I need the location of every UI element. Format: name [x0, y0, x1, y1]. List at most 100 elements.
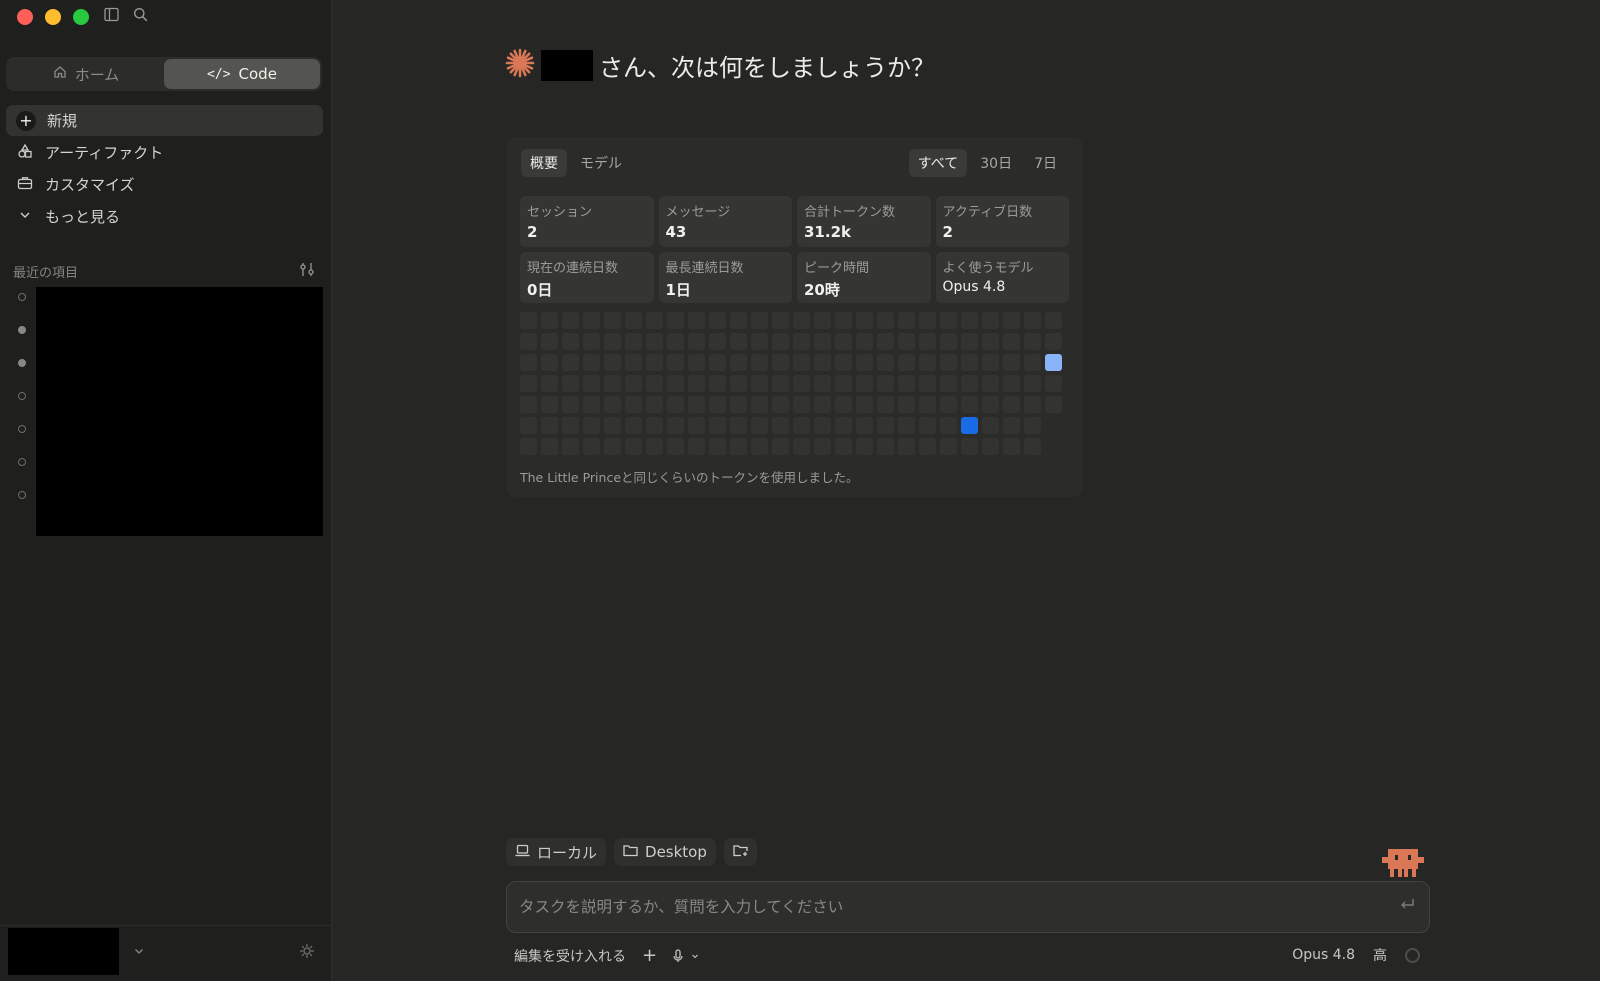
tab-range-all[interactable]: すべて — [908, 149, 968, 177]
filter-icon[interactable] — [299, 262, 316, 281]
heatmap-cell — [835, 375, 852, 392]
feedback-icon[interactable] — [299, 943, 315, 963]
heatmap-cell — [856, 417, 873, 434]
sidebar-item-new[interactable]: + 新規 — [6, 105, 323, 136]
heatmap-cell — [793, 417, 810, 434]
model-selector[interactable]: Opus 4.8 — [1292, 947, 1355, 963]
heatmap-cell — [730, 438, 747, 455]
recent-header: 最近の項目 — [13, 262, 316, 281]
heatmap-cell — [646, 417, 663, 434]
sidebar-toggle-icon[interactable] — [104, 7, 119, 26]
heatmap-cell — [541, 417, 558, 434]
heatmap-cell — [562, 417, 579, 434]
chevron-down-icon — [692, 954, 698, 958]
heatmap-cell — [772, 333, 789, 350]
stat-tile-peak-hour: ピーク時間 20時 — [797, 252, 931, 303]
enter-icon[interactable] — [1399, 896, 1415, 915]
stat-label: ピーク時間 — [804, 261, 870, 276]
heatmap-cell — [835, 417, 852, 434]
accept-edits-toggle[interactable]: 編集を受け入れる — [514, 946, 626, 966]
laptop-icon — [515, 843, 530, 861]
heatmap-cell — [583, 438, 600, 455]
heatmap-cell — [604, 312, 621, 329]
heatmap-cell — [772, 396, 789, 413]
heatmap-cell — [898, 438, 915, 455]
tab-range-30d[interactable]: 30日 — [971, 149, 1021, 177]
heatmap-cell — [751, 375, 768, 392]
heatmap-cell — [688, 375, 705, 392]
stat-label: 最長連続日数 — [665, 261, 744, 276]
heatmap-cell — [982, 312, 999, 329]
plus-icon[interactable]: + — [642, 945, 657, 966]
stat-value: 1日 — [665, 281, 691, 299]
heatmap-cell — [835, 354, 852, 371]
heatmap-cell — [814, 438, 831, 455]
tab-code[interactable]: </> Code — [164, 59, 320, 89]
heatmap-cell — [940, 396, 957, 413]
heatmap-cell — [751, 312, 768, 329]
heatmap-cell — [1003, 417, 1020, 434]
heatmap-cell — [793, 375, 810, 392]
environment-chip[interactable]: ローカル — [506, 838, 607, 866]
stat-value: 31.2k — [804, 223, 851, 241]
heatmap-cell — [751, 417, 768, 434]
tab-range-7d[interactable]: 7日 — [1025, 149, 1066, 177]
sidebar-item-artifacts[interactable]: アーティファクト — [6, 137, 323, 168]
chevron-down-icon[interactable] — [133, 945, 145, 960]
heatmap-cell — [793, 438, 810, 455]
folder-chip[interactable]: Desktop — [614, 838, 716, 866]
heatmap-cell — [730, 354, 747, 371]
heatmap-cell — [856, 354, 873, 371]
effort-selector[interactable]: 高 — [1373, 945, 1387, 965]
tab-home[interactable]: ホーム — [8, 59, 164, 89]
heatmap-cell — [604, 333, 621, 350]
heatmap-cell — [646, 333, 663, 350]
search-icon[interactable] — [133, 7, 148, 26]
plus-icon: + — [16, 110, 36, 131]
heatmap-cell — [688, 333, 705, 350]
heatmap-cell — [961, 396, 978, 413]
code-icon: </> — [207, 66, 231, 82]
folder-add-icon — [733, 843, 748, 861]
heatmap-cell — [919, 333, 936, 350]
heatmap-cell — [919, 396, 936, 413]
add-folder-button[interactable] — [723, 838, 757, 866]
account-button[interactable] — [8, 928, 119, 975]
heatmap-cell — [562, 375, 579, 392]
heatmap-cell — [562, 396, 579, 413]
tab-home-label: ホーム — [74, 65, 120, 84]
mascot-icon — [1382, 849, 1424, 883]
heatmap-cell — [541, 438, 558, 455]
heatmap-cell — [1003, 375, 1020, 392]
task-composer — [506, 881, 1430, 933]
heatmap-cell — [709, 354, 726, 371]
greeting-text: さん、次は何をしましょうか？ — [599, 54, 935, 82]
sidebar-item-customize[interactable]: カスタマイズ — [6, 169, 323, 200]
sidebar-item-more[interactable]: もっと見る — [6, 201, 323, 232]
stat-value: 2 — [942, 223, 953, 241]
recent-item-status-dot — [18, 425, 26, 433]
heatmap-cell — [1024, 312, 1041, 329]
heatmap-cell — [898, 417, 915, 434]
tab-models[interactable]: モデル — [571, 149, 631, 177]
close-window-button[interactable] — [17, 9, 33, 25]
heatmap-cell — [856, 333, 873, 350]
mode-toggle: ホーム </> Code — [6, 57, 322, 91]
greeting: さん、次は何をしましょうか？ — [505, 48, 935, 83]
heatmap-cell — [709, 333, 726, 350]
heatmap-cell — [730, 417, 747, 434]
heatmap-cell — [814, 396, 831, 413]
heatmap-cell — [541, 375, 558, 392]
heatmap-cell — [856, 312, 873, 329]
microphone-icon[interactable] — [673, 948, 699, 963]
heatmap-cell — [961, 333, 978, 350]
heatmap-cell — [541, 312, 558, 329]
stat-label: よく使うモデル — [942, 261, 1034, 276]
tab-overview[interactable]: 概要 — [521, 149, 567, 177]
maximize-window-button[interactable] — [73, 9, 89, 25]
heatmap-cell — [709, 312, 726, 329]
heatmap-cell — [1045, 333, 1062, 350]
minimize-window-button[interactable] — [45, 9, 61, 25]
heatmap-cell — [856, 396, 873, 413]
task-input[interactable] — [519, 882, 1359, 932]
